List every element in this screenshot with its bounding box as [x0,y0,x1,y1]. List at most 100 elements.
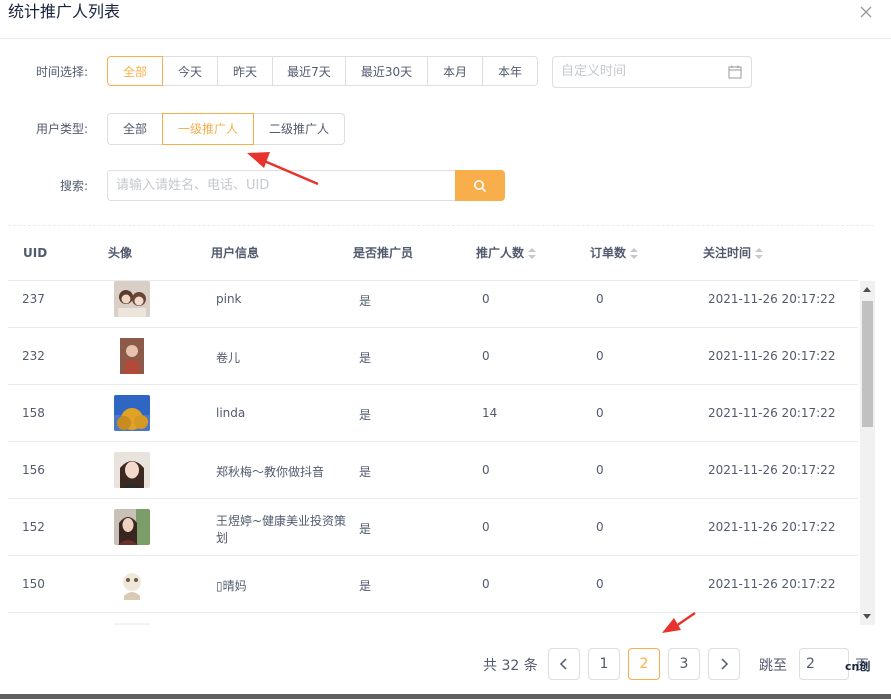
cell-uid: 232 [22,349,45,363]
cell-follow-time: 2021-11-26 20:17:22 [708,349,836,363]
table-row: 158 linda 是 14 0 2021-11-26 20:17:22 [8,384,858,442]
table-row: 150 ▯晴妈 是 0 0 2021-11-26 20:17:22 [8,555,858,613]
table-row [8,612,858,625]
cell-uid: 237 [22,292,45,306]
col-order-count[interactable]: 订单数 [590,232,639,274]
avatar-image [114,395,150,431]
page-1[interactable]: 1 [588,648,620,680]
cell-promoted-count: 0 [482,577,490,591]
cell-order-count: 0 [596,520,604,534]
table-row: 156 郑秋梅～教你做抖音 是 0 0 2021-11-26 20:17:22 [8,441,858,499]
cell-order-count: 0 [596,577,604,591]
col-promoted-count[interactable]: 推广人数 [476,232,537,274]
scroll-thumb[interactable] [862,301,873,427]
scroll-up-icon[interactable] [863,287,871,292]
close-icon[interactable] [858,4,874,20]
table-scrollbar[interactable] [860,281,875,625]
user-type-level2[interactable]: 二级推广人 [253,113,345,145]
avatar-image [114,452,150,488]
table-row: 237 pink 是 0 0 2021-11-26 20:17:22 [8,281,858,328]
prev-page-button[interactable] [548,648,580,680]
watermark-logo: cn创 [845,660,871,673]
time-option-today[interactable]: 今天 [162,56,218,86]
cell-is-promoter: 是 [359,294,372,308]
cell-user-name: 卷儿 [216,351,241,365]
user-type-group: 全部 一级推广人 二级推广人 [107,113,345,145]
cell-follow-time: 2021-11-26 20:17:22 [708,406,836,420]
cell-order-count: 0 [596,406,604,420]
cell-uid: 156 [22,463,45,477]
cell-follow-time: 2021-11-26 20:17:22 [708,520,836,534]
cell-is-promoter: 是 [359,408,372,422]
cell-order-count: 0 [596,463,604,477]
cell-is-promoter: 是 [359,522,372,536]
cell-is-promoter: 是 [359,579,372,593]
page-2[interactable]: 2 [628,648,660,680]
cell-user-name-wrap: 划 [216,531,229,545]
custom-date-picker[interactable]: 自定义时间 [552,56,752,88]
time-filter-label: 时间选择: [35,65,88,79]
time-option-7days[interactable]: 最近7天 [272,56,346,86]
calendar-icon [728,65,742,79]
cell-is-promoter: 是 [359,351,372,365]
jump-label: 跳至 [759,658,787,674]
cell-user-name: ▯晴妈 [216,579,247,593]
avatar-image [114,281,150,317]
time-option-month[interactable]: 本月 [427,56,483,86]
avatar-image [114,338,150,374]
cell-follow-time: 2021-11-26 20:17:22 [708,463,836,477]
time-option-30days[interactable]: 最近30天 [345,56,428,86]
search-input[interactable]: 请输入请姓名、电话、UID [107,170,456,201]
table-header: UID 头像 用户信息 是否推广员 推广人数 订单数 关注时间 [8,232,858,281]
avatar-image [114,623,150,625]
divider [8,225,874,226]
col-is-promoter: 是否推广员 [353,246,414,260]
cell-order-count: 0 [596,349,604,363]
cell-promoted-count: 0 [482,349,490,363]
cell-promoted-count: 0 [482,292,490,306]
cell-uid: 152 [22,520,45,534]
page-3[interactable]: 3 [668,648,700,680]
cell-uid: 158 [22,406,45,420]
scroll-down-icon[interactable] [863,614,871,619]
cell-follow-time: 2021-11-26 20:17:22 [708,577,836,591]
table-row: 232 卷儿 是 0 0 2021-11-26 20:17:22 [8,327,858,385]
cell-user-name: 郑秋梅～教你做抖音 [216,465,325,479]
cell-promoted-count: 0 [482,463,490,477]
avatar-image [114,509,150,545]
sort-icon[interactable] [755,247,764,260]
search-button[interactable] [455,170,505,201]
search-icon [474,180,487,193]
modal-header: 统计推广人列表 [0,0,891,39]
cell-promoted-count: 0 [482,520,490,534]
chevron-left-icon [559,658,567,670]
col-avatar: 头像 [108,246,133,260]
next-page-button[interactable] [708,648,740,680]
time-option-year[interactable]: 本年 [482,56,538,86]
time-option-all[interactable]: 全部 [107,56,163,86]
cell-user-name: linda [216,406,246,420]
user-type-level1[interactable]: 一级推广人 [162,113,254,145]
jump-page-input[interactable]: 2 [799,648,849,680]
time-filter-group: 全部 今天 昨天 最近7天 最近30天 本月 本年 [107,56,538,86]
sort-icon[interactable] [630,247,639,260]
user-type-all[interactable]: 全部 [107,113,163,145]
sort-icon[interactable] [528,247,537,260]
cell-order-count: 0 [596,292,604,306]
avatar-image [114,566,150,602]
user-type-label: 用户类型: [35,122,88,136]
col-follow-time[interactable]: 关注时间 [703,232,764,274]
table-row: 152 王煜婷~健康美业投资策 划 是 0 0 2021-11-26 20:17… [8,498,858,556]
cell-follow-time: 2021-11-26 20:17:22 [708,292,836,306]
table-body: 237 pink 是 0 0 2021-11-26 20:17:22 232 卷… [8,281,858,625]
cell-is-promoter: 是 [359,465,372,479]
bottom-bar [0,694,891,699]
cell-uid: 150 [22,577,45,591]
custom-date-placeholder: 自定义时间 [561,64,627,79]
modal-title: 统计推广人列表 [8,2,121,21]
cell-user-name: 王煜婷~健康美业投资策 [216,514,347,528]
col-user-info: 用户信息 [211,246,260,260]
pagination-total: 共 32 条 [483,658,538,674]
col-uid: UID [23,246,48,260]
time-option-yesterday[interactable]: 昨天 [217,56,273,86]
